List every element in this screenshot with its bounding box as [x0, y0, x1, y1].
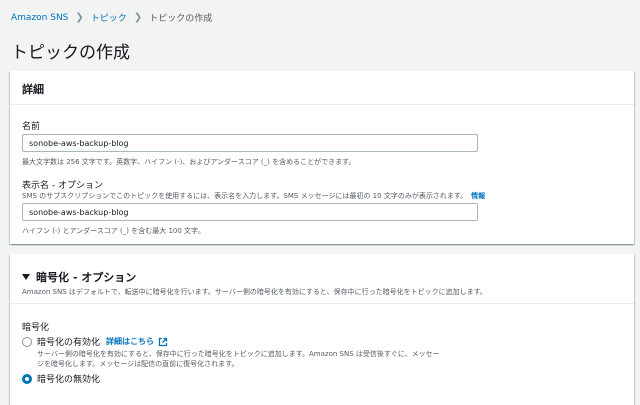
display-name-description: SMS のサブスクリプションでこのトピックを使用するには、表示名を入力します。S…	[22, 192, 486, 200]
breadcrumb: Amazon SNS ❯ トピック ❯ トピックの作成	[11, 11, 212, 24]
caret-down-icon	[22, 274, 30, 280]
name-help: 最大文字数は 256 文字です。英数字、ハイフン (-)、およびアンダースコア …	[22, 158, 356, 166]
display-name-input[interactable]	[22, 203, 478, 221]
external-link-icon	[158, 337, 168, 346]
encryption-enable-option[interactable]: 暗号化の有効化 詳細はこちら	[37, 335, 168, 348]
details-panel: 詳細 名前 最大文字数は 256 文字です。英数字、ハイフン (-)、およびアン…	[10, 71, 634, 244]
encryption-disable-label: 暗号化の無効化	[37, 375, 101, 385]
details-header: 詳細	[10, 71, 634, 105]
encryption-enable-radio[interactable]	[22, 337, 32, 347]
display-name-label: 表示名 - オプション	[22, 181, 103, 191]
encryption-enable-label: 暗号化の有効化	[37, 338, 101, 348]
breadcrumb-current: トピックの作成	[149, 14, 213, 24]
encryption-description: Amazon SNS はデフォルトで、転送中に暗号化を行います。サーバー側の暗号…	[22, 288, 487, 296]
chevron-right-icon: ❯	[133, 12, 143, 23]
encryption-panel: 暗号化 - オプション Amazon SNS はデフォルトで、転送中に暗号化を行…	[10, 254, 634, 405]
name-input[interactable]	[22, 134, 478, 152]
encryption-group-label: 暗号化	[22, 323, 50, 333]
encryption-disable-radio[interactable]	[22, 374, 32, 384]
name-label: 名前	[22, 122, 41, 132]
encryption-disable-option[interactable]: 暗号化の無効化	[37, 372, 100, 385]
breadcrumb-topics[interactable]: トピック	[91, 11, 127, 24]
info-link[interactable]: 情報	[471, 192, 485, 200]
breadcrumb-amazon-sns[interactable]: Amazon SNS	[11, 13, 68, 23]
encryption-header: 暗号化 - オプション	[36, 271, 137, 284]
encryption-toggle[interactable]: 暗号化 - オプション	[22, 269, 136, 285]
display-name-help: ハイフン (-) とアンダースコア (_) を含む最大 100 文字。	[22, 227, 206, 235]
page-title: トピックの作成	[11, 43, 130, 63]
divider	[10, 303, 634, 304]
learn-more-link[interactable]: 詳細はこちら	[106, 336, 154, 347]
encryption-enable-description: サーバー側の暗号化を有効にすると、保存中に行った暗号化をトピックに追加します。A…	[37, 350, 440, 368]
chevron-right-icon: ❯	[75, 12, 84, 23]
